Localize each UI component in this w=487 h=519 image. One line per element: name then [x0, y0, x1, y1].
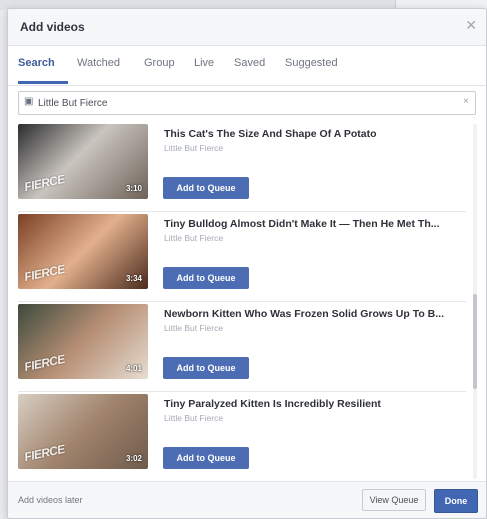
search-input[interactable] — [36, 94, 460, 112]
close-icon[interactable]: ✕ — [465, 17, 477, 34]
tab-suggested[interactable]: Suggested — [285, 57, 338, 69]
add-videos-later-link[interactable]: Add videos later — [18, 495, 83, 505]
video-title[interactable]: Newborn Kitten Who Was Frozen Solid Grow… — [164, 308, 469, 320]
done-button[interactable]: Done — [434, 489, 478, 513]
list-scrollbar[interactable] — [473, 124, 477, 479]
video-source: Little But Fierce — [164, 323, 224, 333]
video-duration: 3:02 — [125, 454, 142, 463]
active-tab-indicator — [18, 81, 68, 84]
video-thumbnail[interactable]: FIERCE 3:34 — [18, 214, 148, 289]
scrollbar-thumb[interactable] — [473, 294, 477, 389]
thumbnail-watermark: FIERCE — [22, 441, 67, 465]
search-field[interactable]: ▣ × — [18, 91, 476, 115]
video-duration: 3:10 — [125, 184, 142, 193]
video-thumbnail[interactable]: FIERCE 4:01 — [18, 304, 148, 379]
tab-search[interactable]: Search — [18, 57, 55, 69]
page-icon: ▣ — [24, 96, 34, 107]
dialog-header: Add videos ✕ — [8, 9, 486, 46]
video-source: Little But Fierce — [164, 143, 224, 153]
video-title[interactable]: This Cat's The Size And Shape Of A Potat… — [164, 128, 469, 140]
video-item: FIERCE 3:10 This Cat's The Size And Shap… — [18, 122, 478, 212]
video-source: Little But Fierce — [164, 413, 224, 423]
video-source: Little But Fierce — [164, 233, 224, 243]
tab-bar: Search Watched Group Live Saved Suggeste… — [8, 45, 486, 86]
add-to-queue-button[interactable]: Add to Queue — [163, 447, 249, 469]
video-item: FIERCE 4:01 Newborn Kitten Who Was Froze… — [18, 302, 478, 392]
view-queue-button[interactable]: View Queue — [362, 489, 426, 511]
video-duration: 4:01 — [125, 364, 142, 373]
add-videos-dialog: Add videos ✕ Search Watched Group Live S… — [7, 8, 487, 519]
thumbnail-watermark: FIERCE — [22, 261, 67, 285]
video-thumbnail[interactable]: FIERCE 3:02 — [18, 394, 148, 469]
add-to-queue-button[interactable]: Add to Queue — [163, 177, 249, 199]
video-duration: 3:34 — [125, 274, 142, 283]
thumbnail-watermark: FIERCE — [22, 171, 67, 195]
video-title[interactable]: Tiny Paralyzed Kitten Is Incredibly Resi… — [164, 398, 469, 410]
video-item: FIERCE 3:34 Tiny Bulldog Almost Didn't M… — [18, 212, 478, 302]
video-thumbnail[interactable]: FIERCE 3:10 — [18, 124, 148, 199]
video-item: FIERCE 3:02 Tiny Paralyzed Kitten Is Inc… — [18, 392, 478, 479]
tab-live[interactable]: Live — [194, 57, 214, 69]
dialog-footer: Add videos later View Queue Done — [8, 481, 486, 518]
tab-group[interactable]: Group — [144, 57, 175, 69]
tab-watched[interactable]: Watched — [77, 57, 120, 69]
video-results-list: FIERCE 3:10 This Cat's The Size And Shap… — [18, 122, 478, 479]
dialog-title: Add videos — [20, 20, 85, 34]
video-title[interactable]: Tiny Bulldog Almost Didn't Make It — The… — [164, 218, 469, 230]
thumbnail-watermark: FIERCE — [22, 351, 67, 375]
add-to-queue-button[interactable]: Add to Queue — [163, 357, 249, 379]
clear-search-icon[interactable]: × — [463, 96, 469, 107]
add-to-queue-button[interactable]: Add to Queue — [163, 267, 249, 289]
tab-saved[interactable]: Saved — [234, 57, 265, 69]
